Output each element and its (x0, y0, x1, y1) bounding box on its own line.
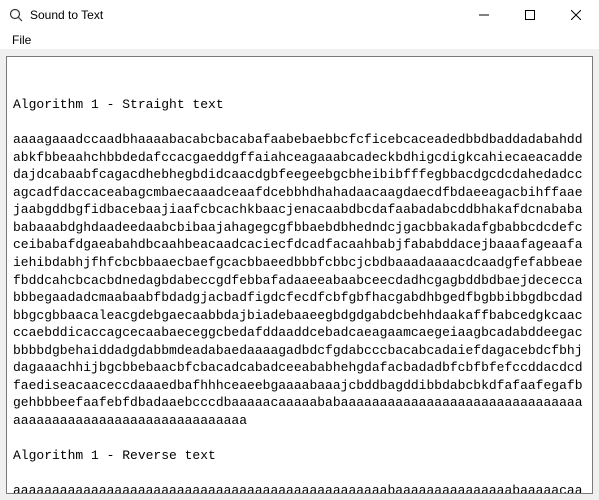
algorithm-1-reverse-block: aaaaaaaaaaaaaaaaaaaaaaaaaaaaaaaaaaaaaaaa… (13, 483, 583, 494)
minimize-button[interactable] (461, 0, 507, 30)
window-controls (461, 0, 599, 30)
close-button[interactable] (553, 0, 599, 30)
window-title: Sound to Text (30, 8, 103, 22)
app-icon (8, 7, 24, 23)
menubar: File (0, 30, 599, 50)
menu-file[interactable]: File (6, 31, 37, 49)
content-wrapper: Algorithm 1 - Straight text aaaagaaadcca… (0, 50, 599, 500)
text-content: Algorithm 1 - Straight text aaaagaaadcca… (13, 96, 586, 494)
titlebar: Sound to Text (0, 0, 599, 30)
algorithm-1-reverse-heading: Algorithm 1 - Reverse text (13, 448, 216, 463)
algorithm-1-straight-heading: Algorithm 1 - Straight text (13, 97, 224, 112)
text-output-area[interactable]: Algorithm 1 - Straight text aaaagaaadcca… (6, 56, 593, 494)
maximize-button[interactable] (507, 0, 553, 30)
algorithm-1-straight-block: aaaagaaadccaadbhaaaabacabcbacabafaabebae… (13, 132, 583, 428)
